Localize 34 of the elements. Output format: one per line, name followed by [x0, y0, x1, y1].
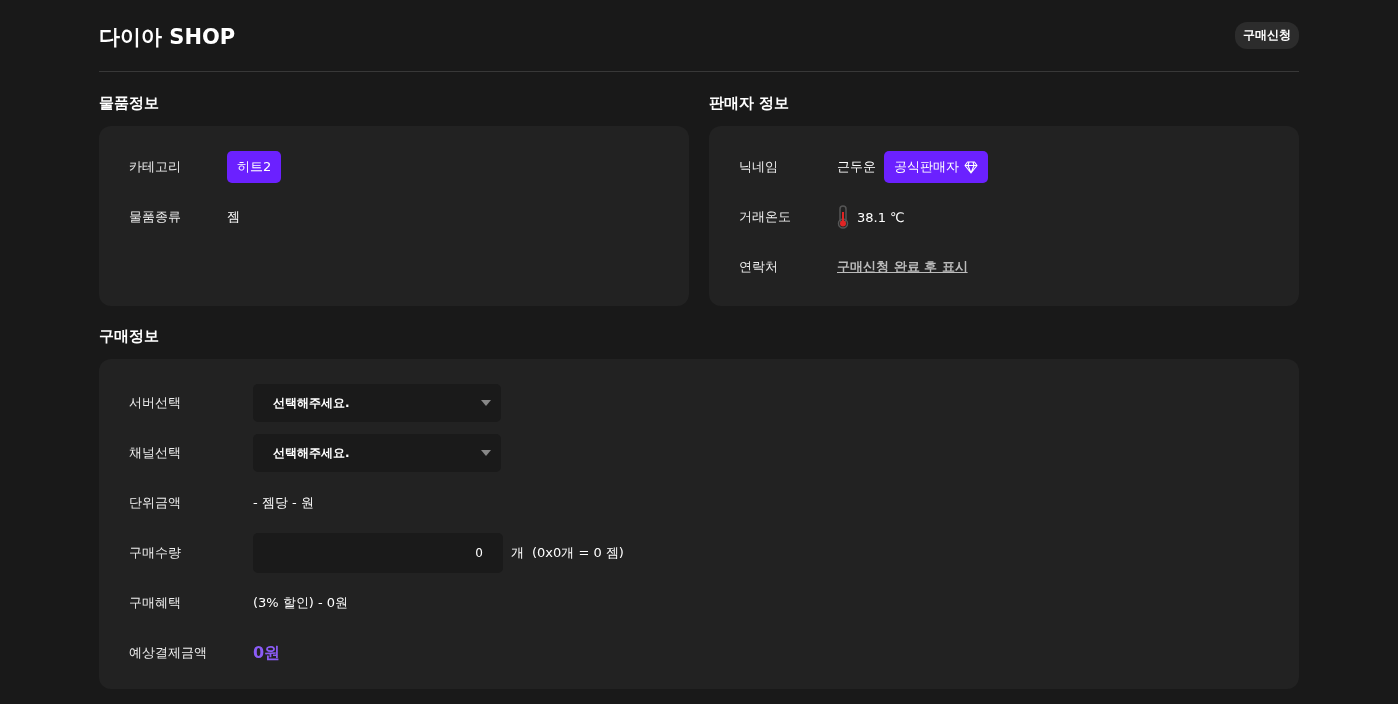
field-label: 예상결제금액 — [129, 644, 208, 662]
diamond-icon — [964, 160, 978, 174]
field-label: 서버선택 — [129, 394, 182, 412]
dropdown-caret-icon — [481, 400, 491, 406]
field-label: 거래온도 — [739, 208, 792, 226]
value-text: (3% 할인) - 0원 — [253, 594, 349, 612]
category-tag: 히트2 — [227, 151, 282, 183]
section-title: 구매정보 — [99, 326, 160, 347]
badge-label: 공식판매자 — [894, 158, 959, 176]
value-text: 젬 — [227, 208, 240, 226]
quantity-input[interactable]: 0 — [253, 533, 503, 573]
value-text: - 젬당 - 원 — [253, 494, 314, 512]
select-dropdown[interactable]: 선택해주세요. — [253, 434, 501, 472]
purchase-request-button[interactable]: 구매신청 — [1235, 22, 1299, 49]
field-label: 구매혜택 — [129, 594, 182, 612]
field-label: 연락처 — [739, 258, 779, 276]
field-label: 단위금액 — [129, 494, 182, 512]
unit-text: 개 — [511, 544, 524, 562]
field-label: 구매수량 — [129, 544, 182, 562]
field-label: 물품종류 — [129, 208, 182, 226]
temperature-value: 38.1 ℃ — [857, 209, 905, 225]
field-label: 닉네임 — [739, 158, 779, 176]
field-label: 카테고리 — [129, 158, 182, 176]
seller-nickname: 근두운 — [837, 158, 876, 176]
select-dropdown[interactable]: 선택해주세요. — [253, 384, 501, 422]
quantity-formula: (0x0개 = 0 젬) — [532, 544, 624, 562]
section-title: 물품정보 — [99, 93, 160, 114]
section-title: 판매자 정보 — [709, 93, 791, 114]
thermometer-icon — [837, 205, 849, 229]
total-amount: 0원 — [253, 642, 281, 664]
page-title: 다이아 SHOP — [99, 23, 236, 51]
field-label: 채널선택 — [129, 444, 182, 462]
contact-link[interactable]: 구매신청 완료 후 표시 — [837, 258, 968, 276]
dropdown-caret-icon — [481, 450, 491, 456]
